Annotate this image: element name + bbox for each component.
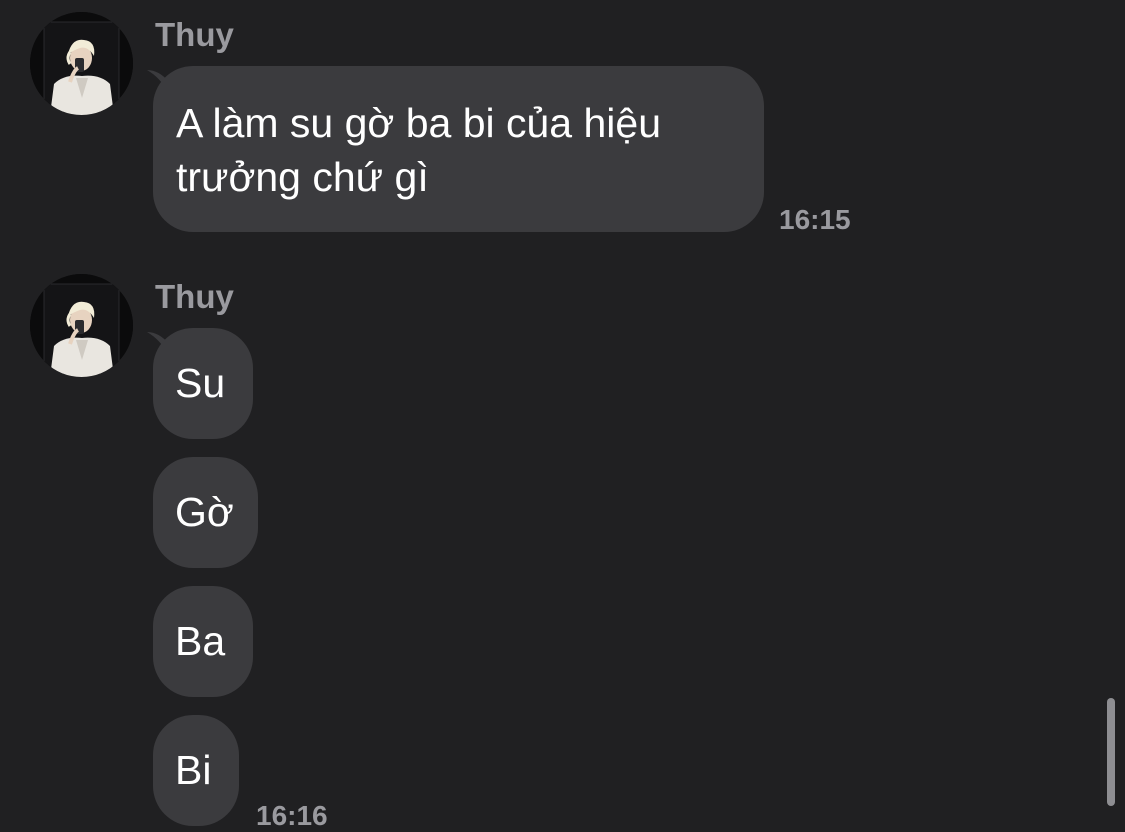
sender-name: Thuy [155,278,234,315]
message-bubble[interactable]: Ba [153,586,253,697]
message-bubble[interactable]: Bi [153,715,239,826]
avatar-icon [30,274,133,377]
message-bubble[interactable]: Su [153,328,253,439]
message-text: Su [175,360,226,406]
avatar[interactable] [30,274,133,377]
message-text: A làm su gờ ba bi của hiệu trưởng chứ gì [176,100,662,200]
sender-name: Thuy [155,16,234,53]
message-text: Bi [175,747,212,793]
scrollbar[interactable] [1107,698,1115,806]
message-bubble[interactable]: Gờ [153,457,258,568]
avatar-icon [30,12,133,115]
message-timestamp: 16:16 [256,800,328,831]
message-bubble[interactable]: A làm su gờ ba bi của hiệu trưởng chứ gì [153,66,764,232]
message-text: Gờ [175,489,234,535]
message-text: Ba [175,618,226,664]
avatar[interactable] [30,12,133,115]
message-timestamp: 16:15 [779,204,851,235]
